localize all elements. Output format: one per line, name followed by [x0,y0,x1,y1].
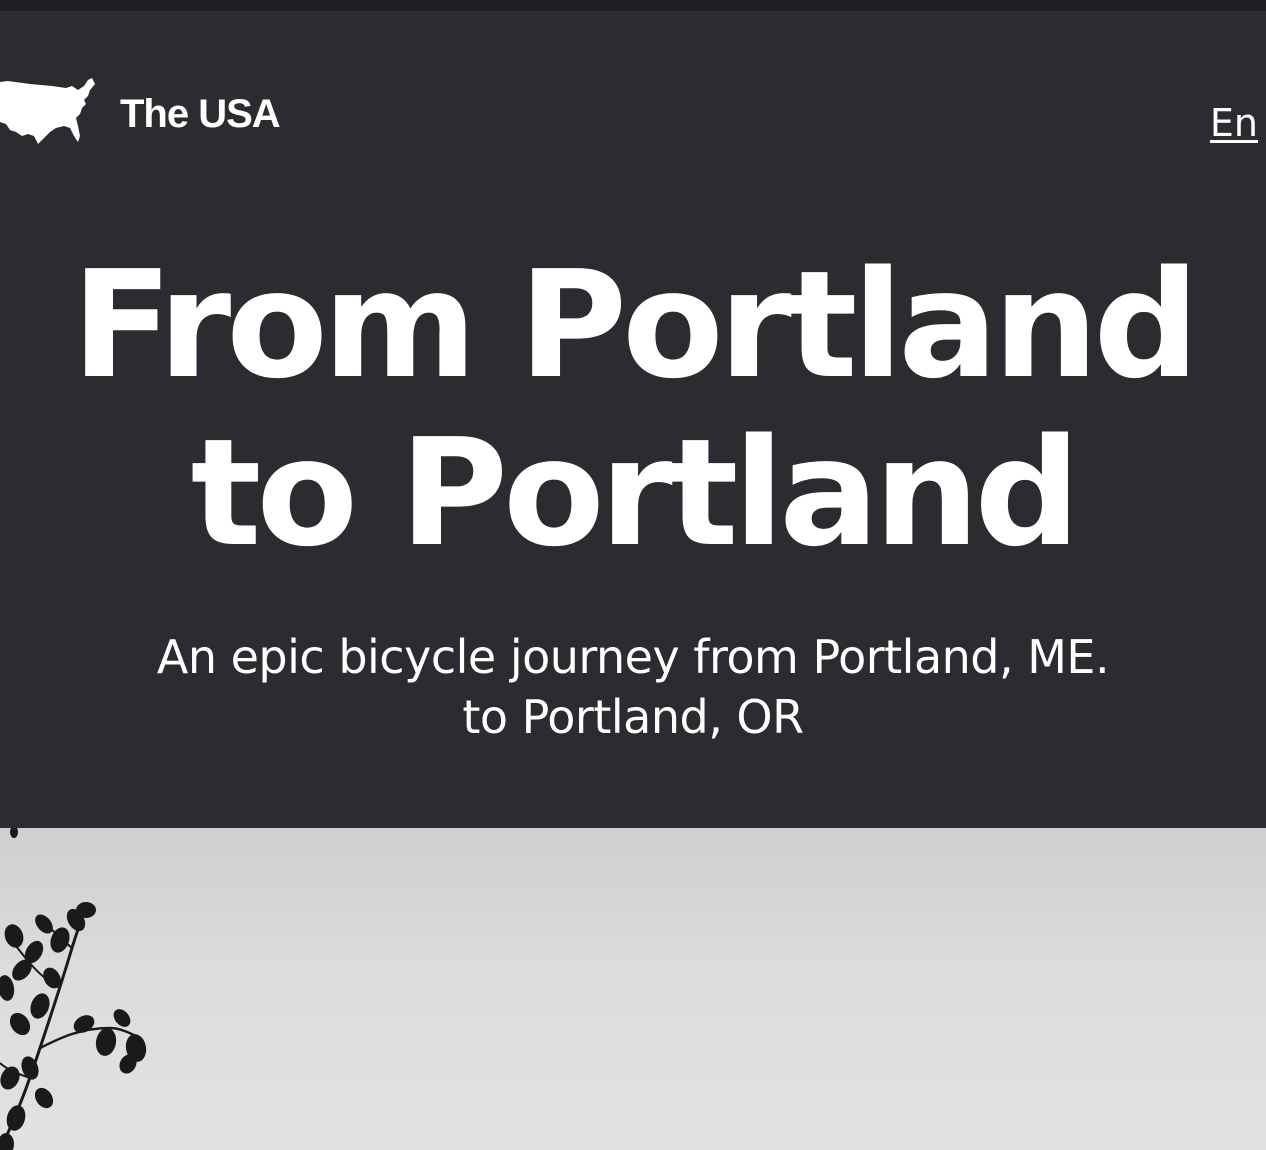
title-line-1: From Portland [71,239,1200,411]
usa-map-icon [0,78,95,144]
tree-branch-silhouette [0,828,147,1150]
subtitle-line-2: to Portland, OR [462,690,804,744]
site-logo-link[interactable]: The USA [0,69,281,159]
language-link[interactable]: En [1210,101,1258,145]
top-edge-bar [0,0,1266,11]
title-line-2: to Portland [190,407,1081,579]
hero-section: The USA En From Portland to Portland An … [0,11,1266,828]
logo-text: The USA [120,91,281,136]
page-title: From Portland to Portland [0,241,1266,577]
page-subtitle: An epic bicycle journey from Portland, M… [0,627,1266,747]
subtitle-line-1: An epic bicycle journey from Portland, M… [156,630,1110,684]
hero-photo [0,828,1266,1150]
